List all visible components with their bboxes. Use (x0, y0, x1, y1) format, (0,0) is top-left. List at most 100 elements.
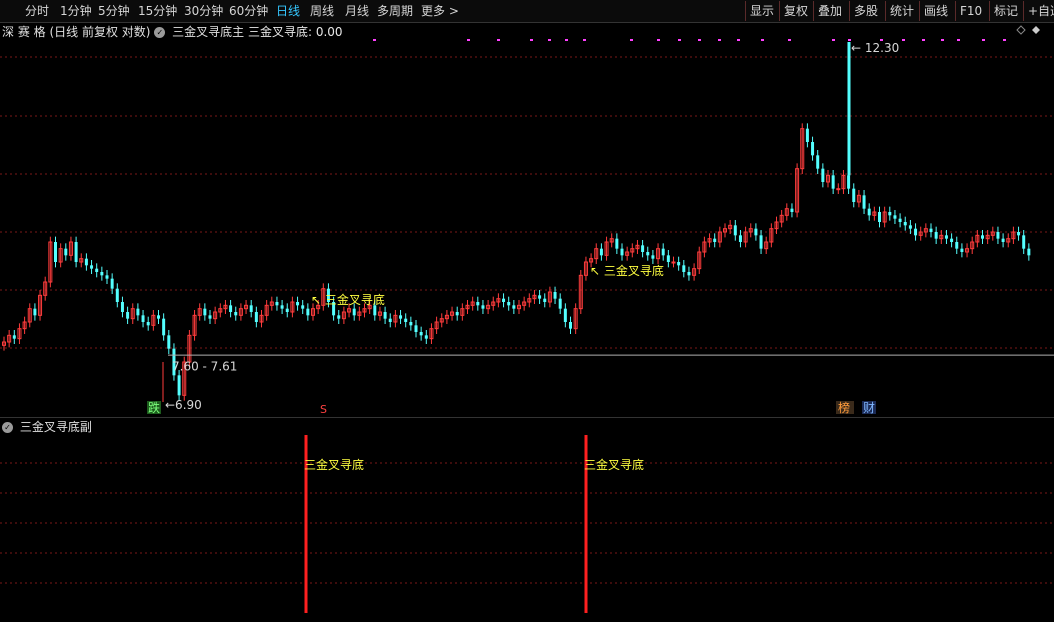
candle-body (754, 228, 758, 236)
toolbar-button-4[interactable]: 统计 (885, 1, 918, 21)
period-tab-9[interactable]: 多周期 (377, 2, 413, 20)
signal-marker (698, 39, 701, 41)
candle (671, 256, 676, 268)
signal-marker (548, 39, 551, 41)
candle-body (1017, 232, 1021, 236)
candle-body (90, 265, 94, 269)
candle-body (867, 208, 871, 216)
candle (105, 270, 109, 284)
candle-body (507, 302, 511, 306)
sub-indicator-toggle-icon[interactable]: ✓ (2, 422, 13, 433)
period-tab-8[interactable]: 月线 (345, 2, 369, 20)
toolbar-button-1[interactable]: 复权 (779, 1, 812, 21)
candle-body (666, 255, 670, 262)
sub-indicator-name[interactable]: 三金叉寻底副 (20, 420, 92, 434)
diamond-filled-icon (1032, 26, 1040, 34)
signal-marker (565, 39, 568, 41)
main-kline-chart[interactable]: 深 赛 格 (日线 前复权 对数) ✓ 三金叉寻底主 三金叉寻底: 0.00 7… (0, 22, 1054, 416)
candle (970, 236, 975, 254)
toolbar-button-2[interactable]: 叠加 (813, 1, 846, 21)
period-tab-2[interactable]: 5分钟 (98, 2, 130, 20)
period-tab-1[interactable]: 1分钟 (60, 2, 92, 20)
candle (898, 213, 902, 228)
candle-body (914, 228, 918, 236)
candle (399, 310, 403, 324)
toolbar-button-3[interactable]: 多股 (849, 1, 882, 21)
candle-body (301, 305, 305, 309)
period-toolbar: 分时 1分钟 5分钟 15分钟 30分钟 60分钟 日线 周线 月线 多周期 更多 > 显示 复权 叠加多… (0, 0, 1054, 23)
signal-marker (678, 39, 681, 41)
candle-body (981, 235, 984, 239)
main-header: 深 赛 格 (日线 前复权 对数) ✓ 三金叉寻底主 三金叉寻底: 0.00 (2, 23, 343, 40)
candle (569, 316, 572, 334)
candle-body (95, 268, 99, 272)
candle (74, 236, 78, 268)
candle-body (285, 308, 289, 312)
candle (213, 306, 218, 324)
candle (254, 306, 258, 328)
sub-chart-canvas[interactable]: 三金叉寻底 三金叉寻底 (0, 417, 1054, 618)
period-info: (日线 前复权 对数) (49, 25, 151, 39)
candle (264, 300, 269, 321)
toolbar-button-8[interactable]: +自选 (1023, 1, 1054, 21)
candle-body (759, 235, 763, 249)
toolbar-button-6[interactable]: F10 (955, 1, 986, 21)
candle (136, 303, 140, 321)
candle-body (569, 322, 572, 329)
candle (677, 256, 681, 271)
period-tab-0[interactable]: 分时 (25, 2, 49, 20)
period-tab-5[interactable]: 60分钟 (229, 2, 268, 20)
candle (779, 210, 784, 228)
candle (527, 293, 532, 308)
candle (656, 243, 661, 264)
toolbar-button-5[interactable]: 画线 (919, 1, 952, 21)
period-tab-4[interactable]: 30分钟 (184, 2, 223, 20)
candle (615, 233, 619, 254)
candle (872, 206, 877, 221)
toolbar-button-0[interactable]: 显示 (745, 1, 778, 21)
candle (54, 236, 57, 268)
candle (651, 250, 655, 264)
signal-marker (737, 39, 740, 41)
candle (208, 310, 212, 324)
candle (275, 296, 279, 311)
period-tab-6[interactable]: 日线 (276, 2, 300, 20)
candle (512, 300, 516, 314)
candle (893, 210, 897, 224)
toolbar-button-7[interactable]: 标记 (989, 1, 1022, 21)
candle-body (136, 308, 140, 316)
candle (852, 183, 856, 208)
main-indicator-name[interactable]: 三金叉寻底主 (172, 25, 244, 39)
candle-body (661, 248, 665, 256)
candle (110, 273, 114, 294)
main-chart-canvas[interactable]: 7.60 - 7.61 ← 12.30 ←6.90 ↖ 三金叉寻底 ↖ 三金叉寻底跌 S 榜… (0, 22, 1054, 416)
candle (409, 316, 413, 331)
candle-body (888, 212, 892, 216)
candle (414, 320, 418, 338)
candle (203, 303, 207, 321)
candle (2, 336, 6, 351)
candle (769, 223, 774, 248)
indicator-toggle-icon[interactable]: ✓ (154, 27, 166, 38)
candle-body (878, 212, 881, 222)
period-tab-3[interactable]: 15分钟 (138, 2, 177, 20)
candle (481, 300, 485, 314)
sub-indicator-chart[interactable]: ✓ 三金叉寻底副 三金叉寻底 三金叉寻底 (0, 417, 1054, 618)
candle (641, 240, 645, 258)
candle-body (713, 238, 717, 242)
candle-body (141, 315, 145, 322)
candle (43, 276, 48, 301)
candle (197, 303, 202, 321)
candle-body (836, 188, 841, 191)
period-tab-10[interactable]: 更多 > (421, 2, 459, 20)
candle-body (126, 312, 130, 319)
candle (707, 233, 712, 248)
candle-body (955, 242, 959, 249)
candle (130, 303, 135, 324)
candle (754, 223, 758, 241)
period-tab-7[interactable]: 周线 (310, 2, 334, 20)
candle (784, 203, 789, 221)
candle-body (167, 335, 171, 349)
candle-body (249, 305, 253, 312)
candle (599, 243, 603, 261)
